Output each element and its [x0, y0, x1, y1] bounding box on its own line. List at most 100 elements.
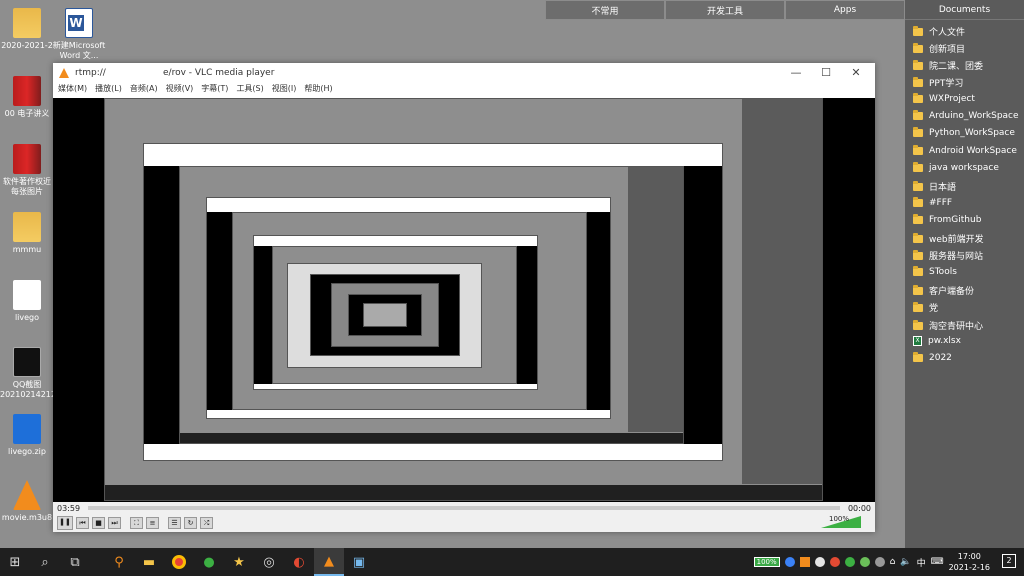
menu-playback[interactable]: 播放(L) [95, 83, 122, 97]
seek-bar[interactable] [88, 506, 840, 510]
desktop-icon[interactable]: QQ截图20210214212500... [0, 347, 79, 400]
play-button[interactable]: ❚❚ [57, 516, 73, 530]
vlc-icon [59, 68, 69, 78]
tray-app-icon[interactable] [859, 557, 870, 567]
search-icon[interactable]: ⌕ [30, 548, 60, 576]
prev-button[interactable]: ⏮ [76, 517, 89, 529]
loop-button[interactable]: ↻ [184, 517, 197, 529]
remote-desktop-icon[interactable]: ▣ [344, 548, 374, 576]
minimize-button[interactable]: — [781, 63, 811, 83]
close-button[interactable]: ✕ [841, 63, 871, 83]
menu-help[interactable]: 帮助(H) [304, 83, 332, 97]
shuffle-button[interactable]: ⤮ [200, 517, 213, 529]
documents-item[interactable]: 淘空青研中心 [913, 319, 983, 332]
vlc-titlebar[interactable]: rtmp:// e/rov - VLC media player [53, 63, 875, 83]
obs-icon[interactable]: ◎ [254, 548, 284, 576]
desktop-icon[interactable]: movie.m3u8 [0, 480, 54, 523]
ime-indicator[interactable]: 中 [917, 556, 926, 569]
documents-item-label: PPT学习 [929, 79, 964, 89]
menu-audio[interactable]: 音频(A) [130, 83, 158, 97]
menu-tools[interactable]: 工具(S) [236, 83, 263, 97]
battery-indicator[interactable]: 100% [753, 557, 780, 567]
wechat-tray-icon[interactable] [844, 557, 855, 567]
folder-icon [913, 162, 923, 172]
desktop-icon[interactable]: mmmu [0, 212, 54, 255]
stop-button[interactable]: ■ [92, 517, 105, 529]
folder-icon [913, 25, 923, 36]
desktop-icon[interactable]: 2020-2021-2 [0, 8, 54, 51]
documents-item-label: Android WorkSpace [929, 146, 1017, 156]
documents-item[interactable]: 院二课、团委 [913, 59, 983, 72]
vlc-icon [13, 480, 41, 510]
next-button[interactable]: ⏭ [108, 517, 121, 529]
playlist-button[interactable]: ☰ [168, 517, 181, 529]
documents-item[interactable]: java workspace [913, 162, 999, 173]
vlc-tray-icon[interactable] [799, 557, 810, 567]
bluetooth-icon[interactable] [874, 557, 885, 567]
vlc-icon[interactable]: ▲ [314, 548, 344, 576]
captured-documents-fence [742, 99, 822, 484]
file-explorer-icon[interactable]: ▬ [134, 548, 164, 576]
notification-icon[interactable]: 2 [1002, 554, 1016, 568]
desktop-icon[interactable]: livego [0, 280, 54, 323]
documents-item[interactable]: #FFF [913, 197, 952, 208]
documents-item[interactable]: WXProject [913, 93, 975, 104]
volume-slider[interactable]: 100% [821, 515, 867, 528]
maximize-button[interactable]: ☐ [811, 63, 841, 83]
network-icon[interactable]: ⌂ [890, 557, 896, 567]
clock[interactable]: 17:00 2021-2-16 [949, 551, 990, 573]
menu-media[interactable]: 媒体(M) [58, 83, 87, 97]
everything-search-icon[interactable]: ⚲ [104, 548, 134, 576]
documents-item-label: java workspace [929, 163, 999, 173]
documents-item[interactable]: web前端开发 [913, 232, 984, 245]
menu-subtitle[interactable]: 字幕(T) [201, 83, 228, 97]
snail-app-icon[interactable]: ◐ [284, 548, 314, 576]
folder-icon [913, 301, 923, 312]
captured-desktop-level2 [179, 166, 684, 444]
documents-item[interactable]: Arduino_WorkSpace [913, 110, 1019, 121]
tray-app-icon[interactable] [829, 557, 840, 567]
documents-item[interactable]: Android WorkSpace [913, 145, 1017, 156]
menu-video[interactable]: 视频(V) [166, 83, 194, 97]
fence-rarely-used[interactable]: 不常用 [545, 0, 665, 20]
menu-view[interactable]: 视图(I) [272, 83, 297, 97]
folder-icon [913, 127, 923, 137]
documents-item[interactable]: 日本語 [913, 180, 956, 193]
folder-icon [913, 352, 923, 362]
documents-title[interactable]: Documents [905, 0, 1024, 20]
documents-item[interactable]: 服务器与网站 [913, 249, 983, 262]
wechat-icon[interactable]: ● [194, 548, 224, 576]
desktop-icon[interactable]: 00 电子讲义 [0, 76, 54, 119]
documents-item[interactable]: STools [913, 266, 957, 277]
fence-apps[interactable]: Apps [785, 0, 905, 20]
tray-app-icon[interactable] [814, 557, 825, 567]
extended-settings-button[interactable]: ≡ [146, 517, 159, 529]
documents-item[interactable]: FromGithub [913, 214, 981, 225]
documents-item[interactable]: 2022 [913, 352, 952, 363]
fullscreen-button[interactable]: ⛶ [130, 517, 143, 529]
documents-item[interactable]: 创新项目 [913, 42, 965, 55]
volume-icon[interactable]: 🔈 [900, 557, 911, 567]
task-view-icon[interactable]: ⧉ [60, 548, 90, 576]
star-app-icon[interactable]: ★ [224, 548, 254, 576]
desktop-icon[interactable]: 新建Microsoft Word 文... [52, 8, 106, 61]
documents-item-label: 个人文件 [929, 28, 966, 38]
chrome-icon[interactable] [164, 548, 194, 576]
clock-date: 2021-2-16 [948, 563, 990, 572]
documents-item[interactable]: PPT学习 [913, 76, 963, 89]
captured-desktop-level5 [331, 283, 439, 347]
documents-item[interactable]: Python_WorkSpace [913, 127, 1015, 138]
documents-item[interactable]: 个人文件 [913, 25, 965, 38]
fence-dev-tools[interactable]: 开发工具 [665, 0, 785, 20]
video-area[interactable] [53, 98, 875, 508]
desktop-icon[interactable]: 软件著作权近每张图片 [0, 144, 54, 197]
captured-video [207, 212, 610, 410]
documents-item[interactable]: Xpw.xlsx [913, 336, 961, 346]
app-tray-icon[interactable] [784, 557, 795, 567]
desktop-icon[interactable]: livego.zip [0, 414, 54, 457]
documents-item[interactable]: 客户端备份 [913, 284, 974, 297]
documents-item[interactable]: 党 [913, 301, 938, 314]
folder-icon [913, 232, 923, 243]
start-icon[interactable]: ⊞ [0, 548, 30, 576]
keyboard-icon[interactable]: ⌨ [931, 557, 944, 567]
